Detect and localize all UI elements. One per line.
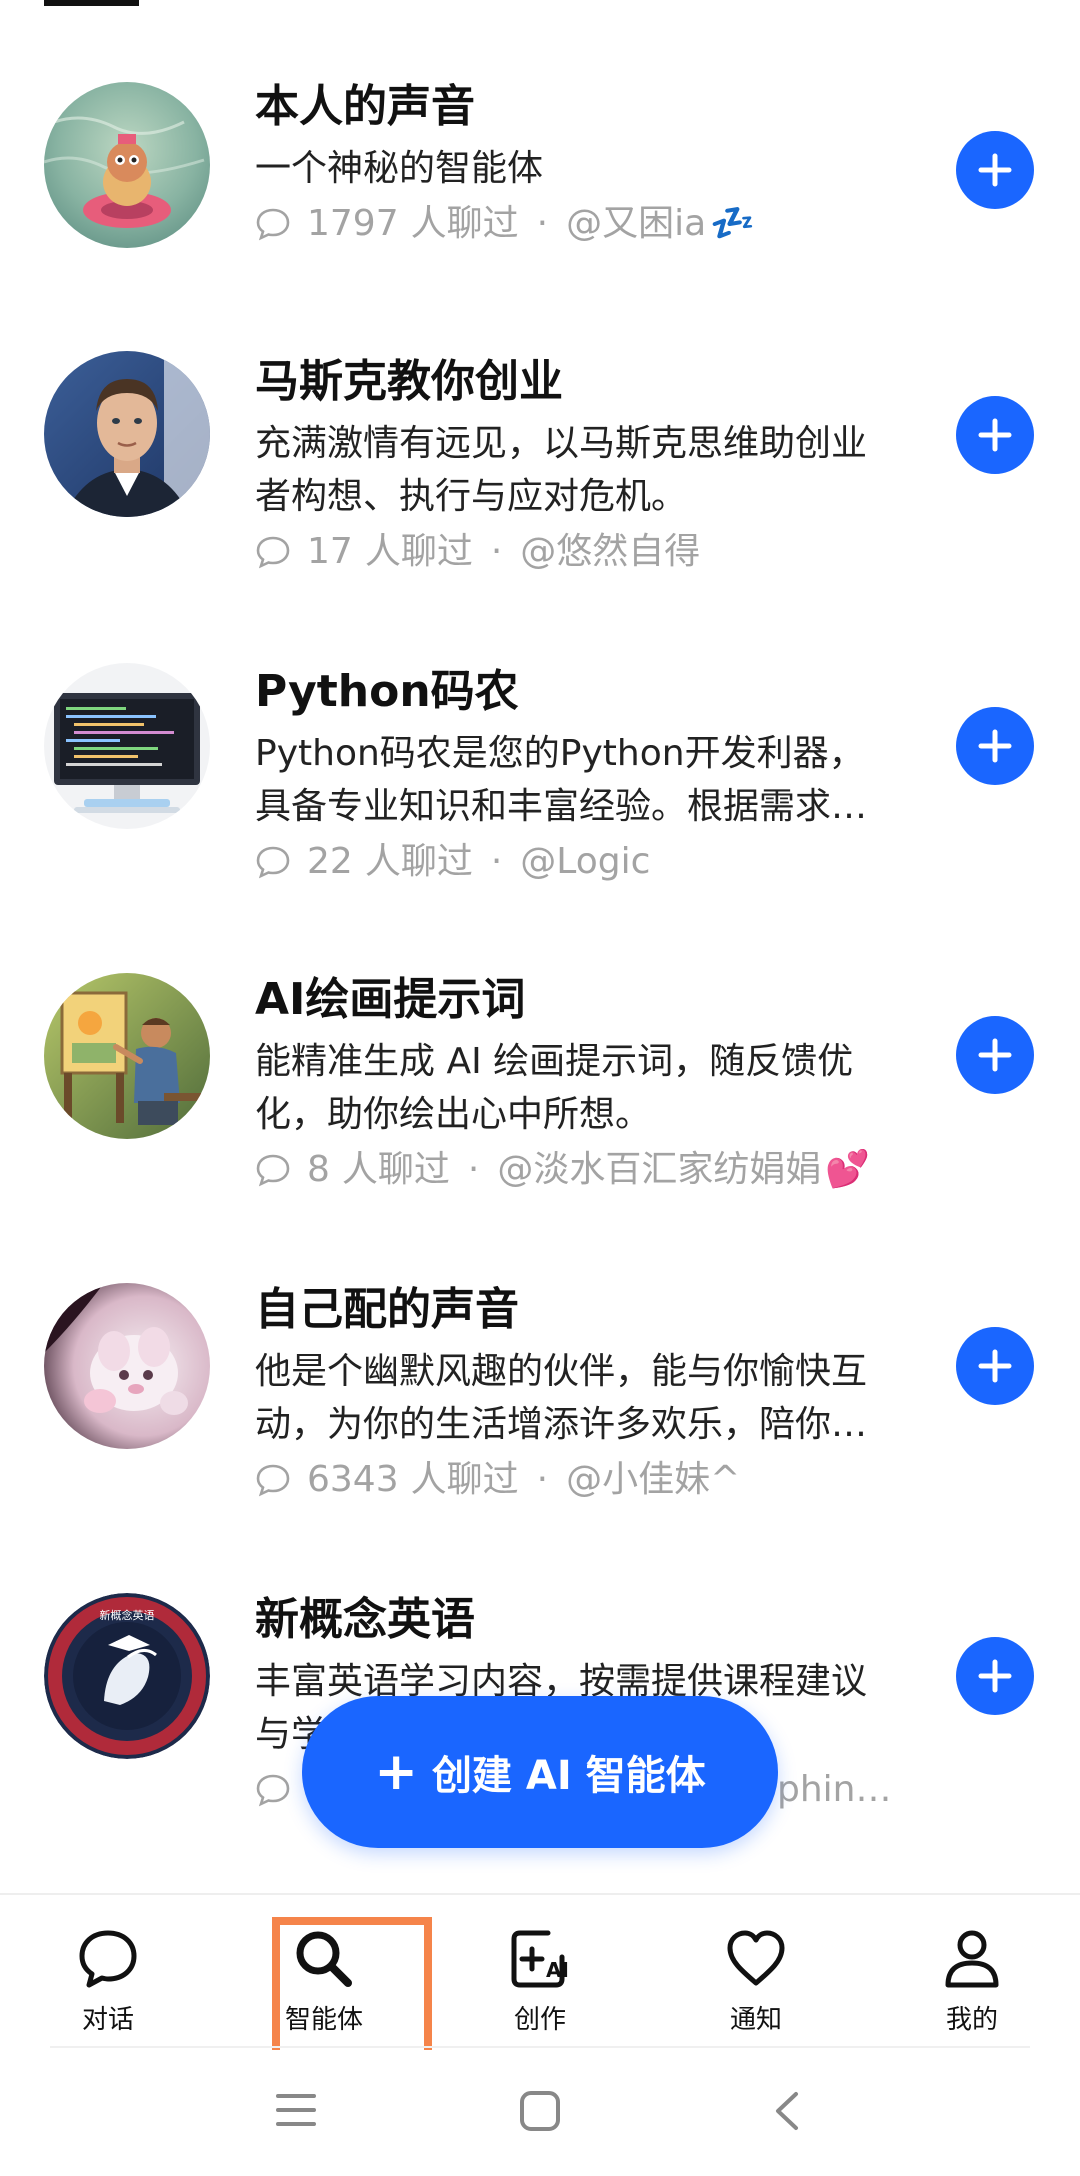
agent-title: 本人的声音 bbox=[255, 81, 475, 132]
nav-item-create[interactable]: AI 创作 bbox=[432, 1895, 648, 2052]
agent-card[interactable]: Python码农 Python码农是您的Python开发利器，具备专业知识和丰富… bbox=[0, 655, 1080, 955]
chat-count-icon bbox=[256, 846, 290, 879]
add-agent-button[interactable] bbox=[956, 131, 1034, 209]
chat-suffix: 人聊过 bbox=[364, 531, 473, 572]
chat-suffix: 人聊过 bbox=[410, 203, 519, 244]
nav-label: 通知 bbox=[729, 2005, 782, 2035]
create-agent-label: 创建 AI 智能体 bbox=[431, 1753, 706, 1799]
plus-icon bbox=[978, 418, 1012, 452]
add-agent-button[interactable] bbox=[956, 1016, 1034, 1094]
agent-info: AI绘画提示词 能精准生成 AI 绘画提示词，随反馈优化，助你绘出心中所想。 8… bbox=[255, 971, 895, 1193]
agent-meta: 6343 人聊过 · @小佳妹^ bbox=[255, 1457, 895, 1503]
agent-title: 自己配的声音 bbox=[255, 1284, 519, 1335]
agent-author[interactable]: @Logic bbox=[520, 839, 650, 885]
agent-card[interactable]: 自己配的声音 他是个幽默风趣的伙伴，能与你愉快互动，为你的生活增添许多欢乐，陪你… bbox=[0, 1275, 1080, 1575]
chat-count: 8 bbox=[307, 1149, 330, 1190]
chat-count: 17 bbox=[307, 531, 353, 572]
nav-item-notifications[interactable]: 通知 bbox=[648, 1895, 864, 2052]
chat-count-icon bbox=[256, 1154, 290, 1187]
agent-avatar bbox=[44, 1283, 210, 1449]
agent-title: Python码农 bbox=[255, 666, 519, 717]
svg-text:新概念英语: 新概念英语 bbox=[100, 1608, 155, 1622]
agent-meta: 17 人聊过 · @悠然自得 bbox=[255, 529, 895, 575]
plus-icon bbox=[978, 1038, 1012, 1072]
meta-separator: · bbox=[490, 531, 503, 572]
back-icon[interactable] bbox=[772, 2090, 802, 2132]
agent-avatar bbox=[44, 973, 210, 1139]
agent-info: Python码农 Python码农是您的Python开发利器，具备专业知识和丰富… bbox=[255, 663, 895, 885]
agent-author-partial[interactable]: phin… bbox=[777, 1767, 892, 1813]
person-icon bbox=[945, 1930, 999, 1988]
agent-avatar bbox=[44, 82, 210, 248]
agent-avatar: 新概念英语 bbox=[44, 1593, 210, 1759]
agent-meta: 22 人聊过 · @Logic bbox=[255, 839, 895, 885]
top-tab-indicator bbox=[44, 0, 139, 6]
svg-text:AI: AI bbox=[546, 1958, 569, 1982]
chat-suffix: 人聊过 bbox=[341, 1149, 450, 1190]
add-agent-button[interactable] bbox=[956, 1327, 1034, 1405]
chat-count: 6343 bbox=[307, 1459, 399, 1500]
meta-separator: · bbox=[536, 1459, 549, 1500]
agent-meta: 1797 人聊过 · @又困ia 💤 bbox=[255, 201, 895, 247]
meta-separator: · bbox=[490, 841, 503, 882]
meta-separator: · bbox=[467, 1149, 480, 1190]
chat-count-icon bbox=[256, 208, 290, 241]
add-agent-button[interactable] bbox=[956, 396, 1034, 474]
agent-info: 自己配的声音 他是个幽默风趣的伙伴，能与你愉快互动，为你的生活增添许多欢乐，陪你… bbox=[255, 1281, 895, 1503]
nav-label: 创作 bbox=[513, 2005, 566, 2035]
nav-label: 对话 bbox=[81, 2005, 134, 2035]
chat-bubble-icon bbox=[79, 1930, 137, 1988]
home-icon[interactable] bbox=[519, 2090, 561, 2132]
agent-card[interactable]: 马斯克教你创业 充满激情有远见，以马斯克思维助创业者构想、执行与应对危机。 17… bbox=[0, 345, 1080, 645]
agent-info: 马斯克教你创业 充满激情有远见，以马斯克思维助创业者构想、执行与应对危机。 17… bbox=[255, 353, 895, 575]
agent-author[interactable]: @淡水百汇家纺娟娟 bbox=[497, 1147, 821, 1193]
create-ai-icon: AI bbox=[511, 1930, 569, 1988]
agent-avatar bbox=[44, 663, 210, 829]
plus-icon bbox=[978, 153, 1012, 187]
plus-icon: + bbox=[374, 1742, 418, 1802]
agent-avatar bbox=[44, 351, 210, 517]
agent-description: 他是个幽默风趣的伙伴，能与你愉快互动，为你的生活增添许多欢乐，陪你度过每一天。 bbox=[255, 1351, 868, 1445]
agent-author[interactable]: @小佳妹^ bbox=[566, 1457, 740, 1503]
agent-description: Python码农是您的Python开发利器，具备专业知识和丰富经验。根据需求提供… bbox=[255, 733, 868, 827]
agent-description: 一个神秘的智能体 bbox=[255, 148, 544, 189]
agent-title: 马斯克教你创业 bbox=[255, 356, 563, 407]
system-nav-bar bbox=[0, 2050, 1080, 2176]
chat-count: 1797 bbox=[307, 203, 399, 244]
nav-item-profile[interactable]: 我的 bbox=[864, 1895, 1080, 2052]
agent-title: 新概念英语 bbox=[255, 1594, 475, 1645]
nav-divider bbox=[50, 2046, 1030, 2048]
bottom-nav: 对话 智能体 AI 创作 通知 我的 bbox=[0, 1893, 1080, 2052]
agent-meta: 8 人聊过 · @淡水百汇家纺娟娟 💕 bbox=[255, 1147, 895, 1193]
plus-icon bbox=[978, 1349, 1012, 1383]
author-emoji: 💤 bbox=[710, 203, 755, 244]
nav-label: 我的 bbox=[945, 2005, 998, 2035]
chat-suffix: 人聊过 bbox=[410, 1459, 519, 1500]
agent-description: 能精准生成 AI 绘画提示词，随反馈优化，助你绘出心中所想。 bbox=[255, 1041, 854, 1135]
heart-icon bbox=[727, 1930, 785, 1986]
agent-description: 充满激情有远见，以马斯克思维助创业者构想、执行与应对危机。 bbox=[255, 423, 868, 517]
agent-author[interactable]: @悠然自得 bbox=[520, 529, 700, 575]
menu-icon[interactable] bbox=[276, 2092, 316, 2128]
meta-separator: · bbox=[536, 203, 549, 244]
chat-suffix: 人聊过 bbox=[364, 841, 473, 882]
create-agent-button[interactable]: + 创建 AI 智能体 bbox=[302, 1696, 778, 1848]
agent-card[interactable]: AI绘画提示词 能精准生成 AI 绘画提示词，随反馈优化，助你绘出心中所想。 8… bbox=[0, 965, 1080, 1265]
plus-icon bbox=[978, 729, 1012, 763]
author-emoji: 💕 bbox=[825, 1149, 871, 1190]
chat-count-icon bbox=[256, 536, 290, 569]
highlight-annotation-box bbox=[272, 1917, 432, 2061]
agent-card[interactable]: 本人的声音 一个神秘的智能体 1797 人聊过 · @又困ia 💤 bbox=[0, 70, 1080, 370]
chat-count: 22 bbox=[307, 841, 353, 882]
nav-item-chat[interactable]: 对话 bbox=[0, 1895, 216, 2052]
add-agent-button[interactable] bbox=[956, 1637, 1034, 1715]
add-agent-button[interactable] bbox=[956, 707, 1034, 785]
chat-count-icon bbox=[256, 1464, 290, 1497]
agent-author[interactable]: @又困ia bbox=[566, 201, 706, 247]
plus-icon bbox=[978, 1659, 1012, 1693]
agent-title: AI绘画提示词 bbox=[255, 974, 526, 1025]
chat-count-icon bbox=[256, 1774, 290, 1807]
agent-info: 本人的声音 一个神秘的智能体 1797 人聊过 · @又困ia 💤 bbox=[255, 78, 895, 247]
